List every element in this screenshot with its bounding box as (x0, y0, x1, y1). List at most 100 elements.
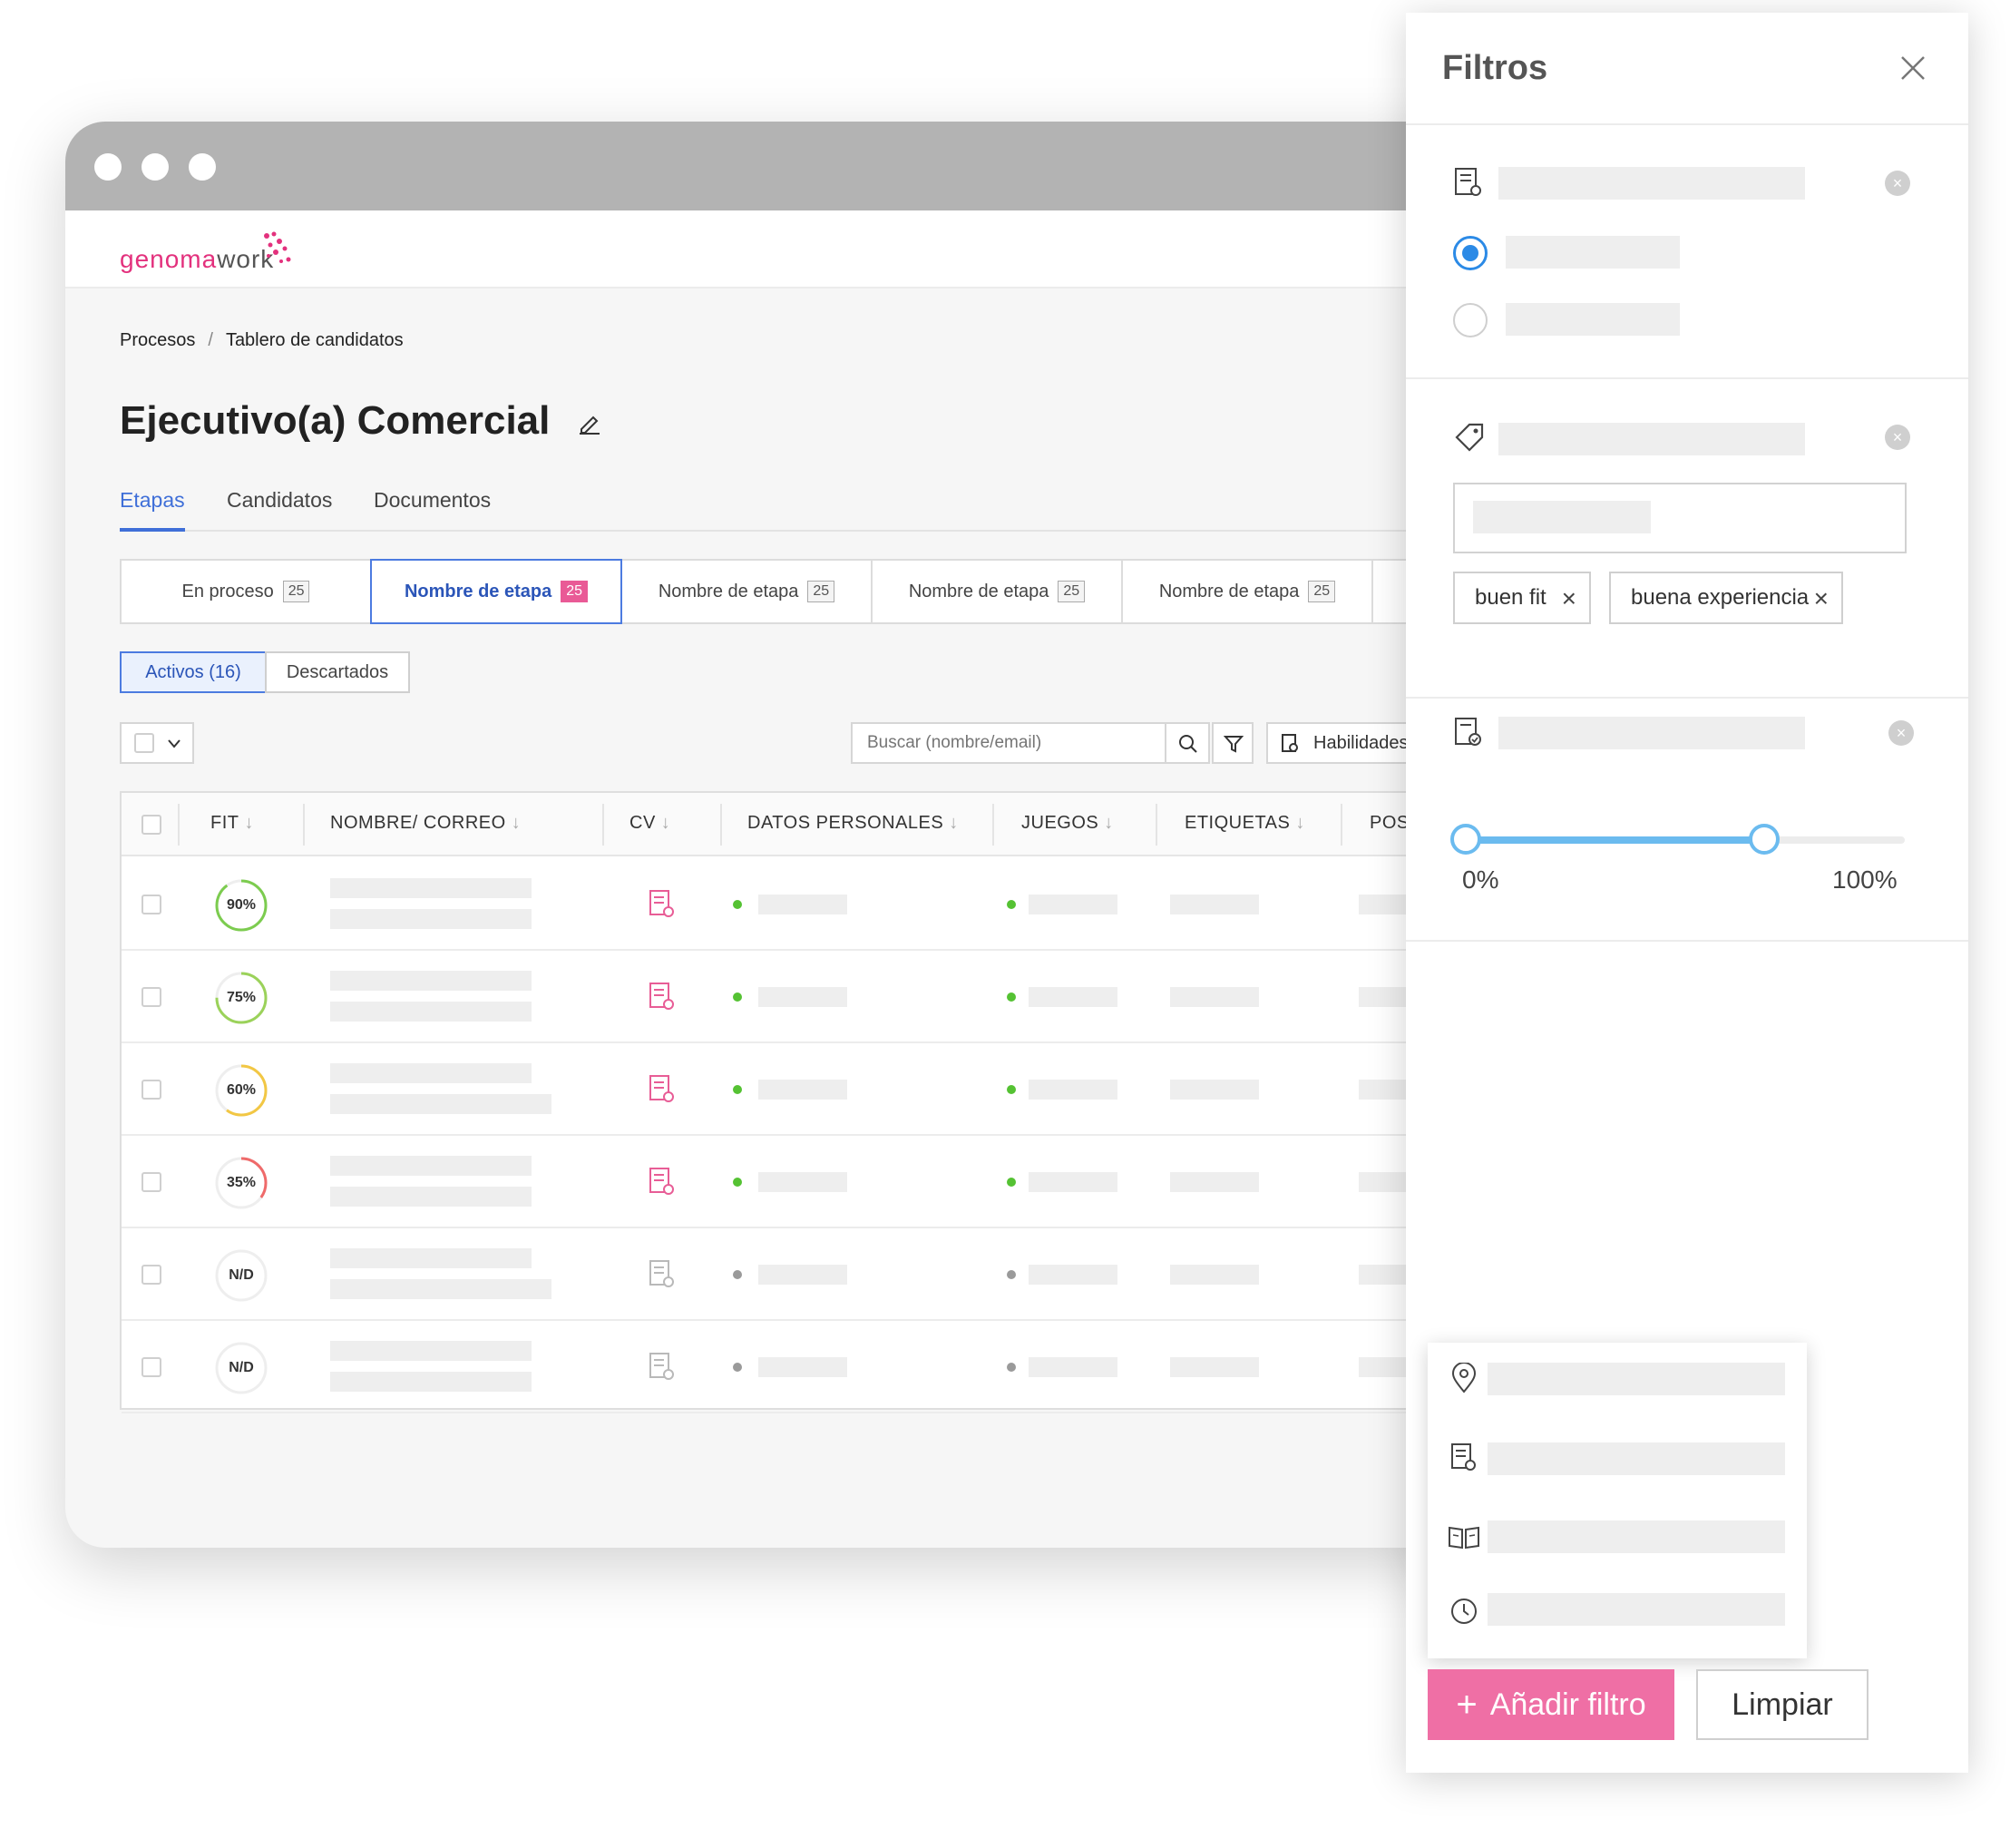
fit-range-slider[interactable] (1450, 824, 1905, 855)
search-button[interactable] (1165, 722, 1210, 764)
genomawork-logo[interactable]: genomawork (120, 231, 291, 274)
status-dot (1007, 1085, 1016, 1094)
col-juegos[interactable]: JUEGOS ↓ (1021, 813, 1114, 834)
bulk-select-dropdown[interactable] (120, 722, 194, 764)
table-row[interactable]: 75% (122, 951, 1533, 1043)
tags-input[interactable] (1453, 483, 1907, 553)
col-nombre-correo[interactable]: NOMBRE/ CORREO ↓ (330, 813, 521, 834)
cv-icon[interactable] (648, 1352, 675, 1383)
status-dot (733, 1085, 742, 1094)
menu-item-cv[interactable] (1488, 1442, 1785, 1475)
segment-descartados[interactable]: Descartados (265, 651, 410, 693)
tags-placeholder (1170, 1080, 1259, 1100)
menu-item-experience[interactable] (1488, 1593, 1785, 1626)
tabs-divider (120, 530, 1535, 532)
close-icon[interactable] (1899, 54, 1927, 82)
chip-close-icon[interactable]: × (1562, 584, 1576, 613)
radio-option[interactable] (1453, 303, 1488, 337)
sort-arrow-icon: ↓ (949, 813, 959, 833)
fit-value: 75% (226, 990, 257, 1005)
window-close-dot[interactable] (94, 153, 122, 181)
row-checkbox[interactable] (141, 1172, 161, 1192)
tab-candidatos[interactable]: Candidatos (227, 488, 332, 513)
slider-handle-max[interactable] (1749, 824, 1781, 855)
col-etiquetas[interactable]: ETIQUETAS ↓ (1185, 813, 1305, 834)
stage-tab-en-proceso[interactable]: En proceso 25 (120, 559, 372, 624)
remove-filter-button[interactable]: × (1885, 171, 1910, 196)
stage-tab[interactable]: Nombre de etapa 25 (1121, 559, 1373, 624)
fit-value: N/D (229, 1267, 254, 1283)
email-placeholder (330, 1279, 551, 1299)
table-row[interactable]: N/D (122, 1228, 1533, 1321)
filters-title: Filtros (1442, 49, 1548, 87)
fit-value: 60% (226, 1082, 257, 1098)
logo-dots-icon (264, 231, 291, 263)
tab-documentos[interactable]: Documentos (374, 488, 491, 513)
personal-data-placeholder (758, 1265, 847, 1285)
games-placeholder (1029, 895, 1117, 914)
search-icon (1179, 735, 1197, 753)
chevron-down-icon (168, 739, 181, 748)
cv-icon[interactable] (648, 1259, 675, 1290)
chip-close-icon[interactable]: × (1814, 584, 1829, 613)
pos-placeholder (1359, 987, 1413, 1007)
email-placeholder (330, 1094, 551, 1114)
stage-tab[interactable]: Nombre de etapa 25 (871, 559, 1123, 624)
row-checkbox[interactable] (141, 1265, 161, 1285)
filter-name-placeholder (1498, 423, 1805, 455)
table-row[interactable]: 35% (122, 1136, 1533, 1228)
range-max-label: 100% (1832, 865, 1898, 894)
add-filter-button[interactable]: + Añadir filtro (1428, 1669, 1674, 1740)
row-checkbox[interactable] (141, 895, 161, 914)
col-fit[interactable]: FIT ↓ (210, 813, 254, 834)
bulk-select-checkbox[interactable] (134, 733, 154, 753)
range-min-label: 0% (1462, 865, 1499, 894)
tag-chip-buena-experiencia[interactable]: buena experiencia × (1609, 572, 1843, 624)
remove-filter-button[interactable]: × (1888, 720, 1914, 746)
tag-icon (1455, 423, 1484, 452)
window-maximize-dot[interactable] (189, 153, 216, 181)
window-minimize-dot[interactable] (141, 153, 169, 181)
app-header: genomawork (65, 210, 1535, 288)
status-dot (1007, 1270, 1016, 1279)
stage-tab[interactable]: Nombre de etapa 25 (620, 559, 873, 624)
menu-item-location[interactable] (1488, 1363, 1785, 1395)
pos-placeholder (1359, 1357, 1413, 1377)
clear-button[interactable]: Limpiar (1696, 1669, 1869, 1740)
filter-button[interactable] (1212, 722, 1254, 764)
search-input[interactable] (851, 722, 1166, 764)
select-all-checkbox[interactable] (141, 815, 161, 835)
cv-icon[interactable] (648, 1074, 675, 1105)
fit-gauge: 75% (214, 971, 268, 1025)
cv-icon[interactable] (648, 1167, 675, 1198)
status-dot (733, 1363, 742, 1372)
cv-icon[interactable] (648, 889, 675, 920)
row-checkbox[interactable] (141, 987, 161, 1007)
radio-option-selected[interactable] (1453, 236, 1488, 270)
col-datos-personales[interactable]: DATOS PERSONALES ↓ (747, 813, 959, 834)
tag-chip-buen-fit[interactable]: buen fit × (1453, 572, 1591, 624)
breadcrumb-procesos[interactable]: Procesos (120, 330, 195, 350)
location-pin-icon (1451, 1363, 1477, 1393)
row-checkbox[interactable] (141, 1357, 161, 1377)
sort-arrow-icon: ↓ (1104, 813, 1114, 833)
table-row[interactable]: 60% (122, 1043, 1533, 1136)
col-pos[interactable]: POS (1370, 813, 1410, 834)
email-placeholder (330, 909, 532, 929)
row-checkbox[interactable] (141, 1080, 161, 1100)
edit-pencil-icon[interactable] (578, 411, 601, 435)
table-row[interactable]: N/D (122, 1321, 1533, 1413)
breadcrumb-current: Tablero de candidatos (225, 330, 404, 350)
email-placeholder (330, 1002, 532, 1022)
cv-icon[interactable] (648, 982, 675, 1012)
menu-item-education[interactable] (1488, 1520, 1785, 1553)
slider-handle-min[interactable] (1450, 824, 1481, 855)
remove-filter-button[interactable]: × (1885, 425, 1910, 450)
segment-activos[interactable]: Activos (16) (120, 651, 267, 693)
stage-tab-selected[interactable]: Nombre de etapa 25 (370, 559, 622, 624)
status-dot (733, 1270, 742, 1279)
games-placeholder (1029, 1172, 1117, 1192)
tab-etapas[interactable]: Etapas (120, 488, 185, 513)
table-row[interactable]: 90% (122, 858, 1533, 951)
col-cv[interactable]: CV ↓ (629, 813, 670, 834)
